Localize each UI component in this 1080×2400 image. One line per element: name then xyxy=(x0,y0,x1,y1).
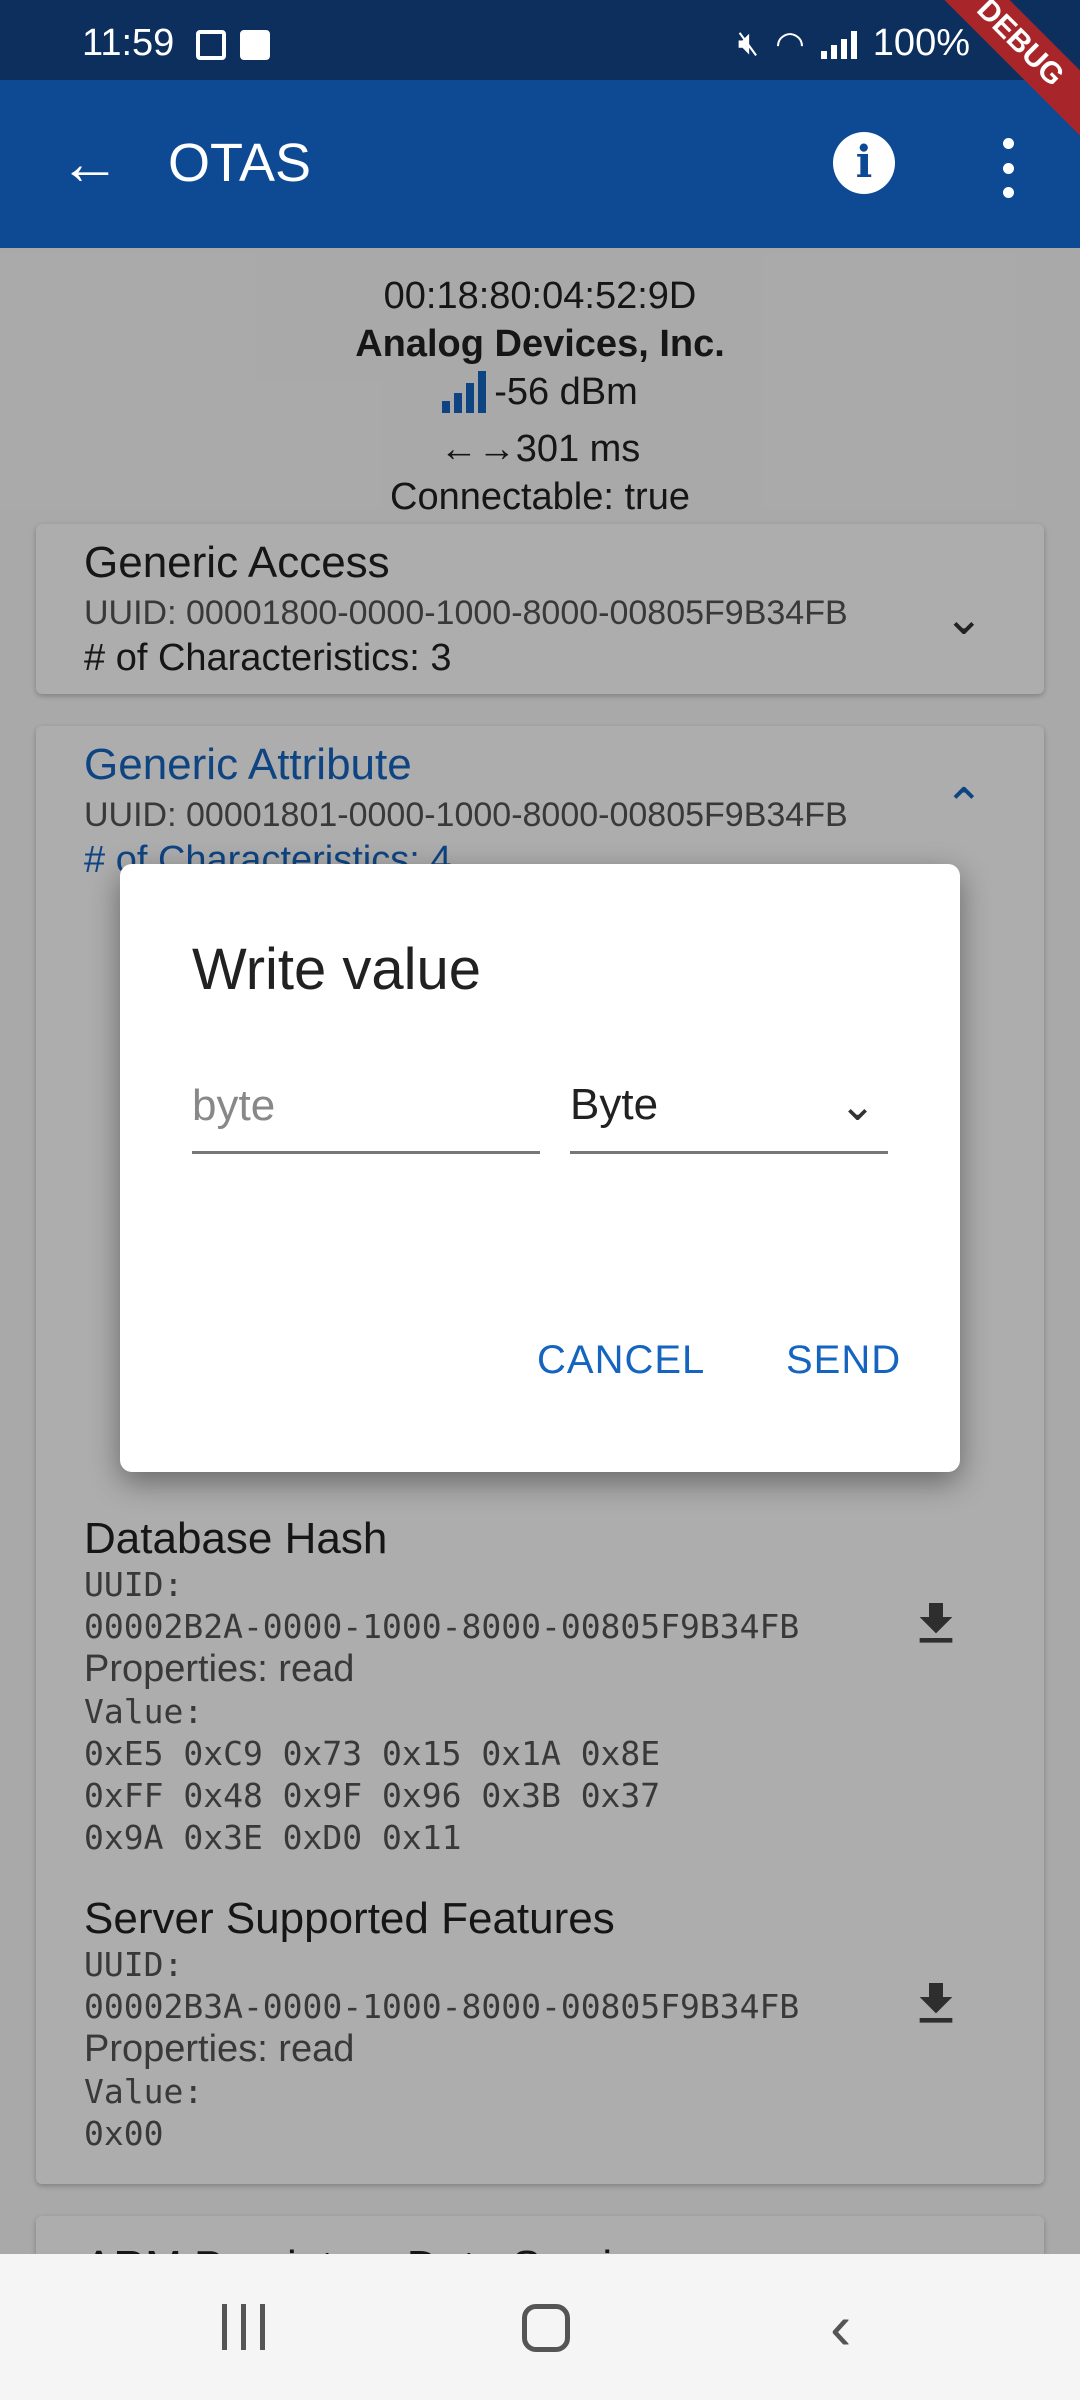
info-icon[interactable]: i xyxy=(833,132,895,194)
value-type-dropdown[interactable]: Byte ⌄ xyxy=(570,1060,888,1154)
recent-apps-icon[interactable] xyxy=(222,2304,265,2350)
status-bar: 11:59 🔇︎ ◠ 100% xyxy=(0,0,1080,80)
signal-icon xyxy=(820,29,857,59)
byte-value-input[interactable] xyxy=(192,1060,540,1154)
chevron-down-icon: ⌄ xyxy=(839,1081,876,1130)
home-icon[interactable] xyxy=(522,2304,570,2352)
write-value-dialog: Write value Byte ⌄ CANCEL SEND xyxy=(120,864,960,1472)
screen-record-icon xyxy=(240,30,270,60)
more-vert-icon[interactable] xyxy=(990,138,1026,198)
dropdown-selected-value: Byte xyxy=(570,1080,659,1129)
wifi-icon: ◠ xyxy=(775,24,805,63)
cancel-button[interactable]: CANCEL xyxy=(537,1338,705,1383)
send-button[interactable]: SEND xyxy=(786,1338,901,1383)
system-nav-bar: ‹ xyxy=(0,2254,1080,2400)
dialog-title: Write value xyxy=(192,937,482,1002)
page-title: OTAS xyxy=(168,133,312,193)
image-icon xyxy=(196,30,226,60)
mute-icon: 🔇︎ xyxy=(737,24,760,62)
app-bar: ← OTAS i xyxy=(0,80,1080,248)
arrow-back-icon[interactable]: ← xyxy=(50,124,130,204)
back-nav-icon[interactable]: ‹ xyxy=(830,2290,851,2364)
battery-text: 100% xyxy=(872,22,970,64)
status-time: 11:59 xyxy=(82,22,175,64)
